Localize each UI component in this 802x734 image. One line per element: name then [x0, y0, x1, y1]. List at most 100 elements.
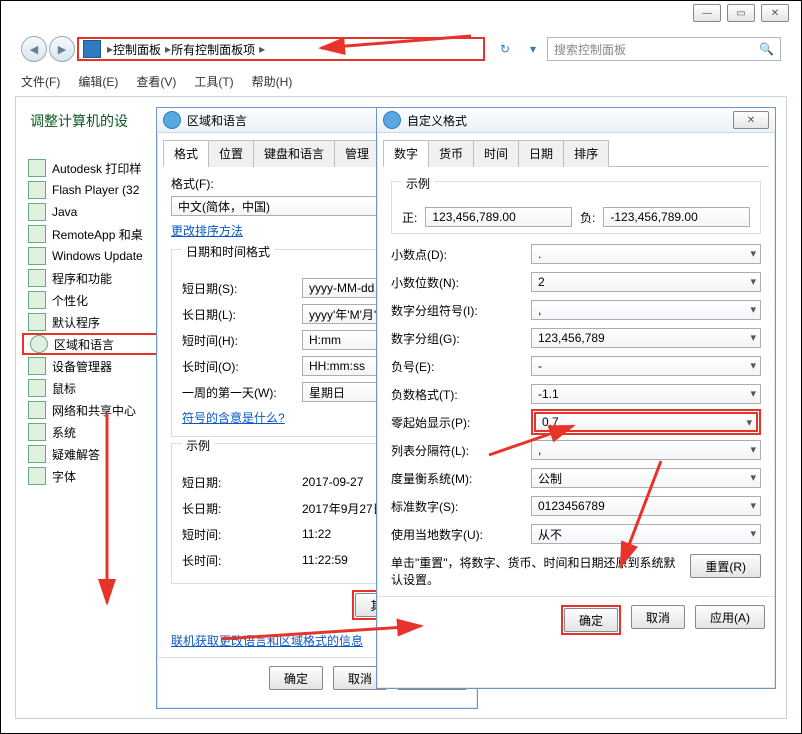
refresh-button[interactable]: ↻ [495, 39, 515, 59]
setting-combo[interactable]: 0123456789 [531, 496, 761, 516]
list-item[interactable]: Java [22, 201, 172, 223]
long-date-label: 长日期(L): [182, 306, 302, 323]
tab-keyboard[interactable]: 键盘和语言 [253, 140, 335, 167]
tab-format[interactable]: 格式 [163, 140, 209, 167]
device-manager-icon [28, 357, 46, 375]
tab-date[interactable]: 日期 [518, 140, 564, 167]
window-controls: — ▭ ✕ [693, 4, 789, 22]
cancel-button[interactable]: 取消 [631, 605, 685, 629]
list-item[interactable]: RemoteApp 和桌 [22, 223, 172, 245]
programs-icon [28, 269, 46, 287]
setting-combo[interactable]: 公制 [531, 468, 761, 488]
combo-value: - [538, 359, 542, 373]
menu-file[interactable]: 文件(F) [21, 73, 60, 90]
list-item[interactable]: 设备管理器 [22, 355, 172, 377]
setting-label: 小数点(D): [391, 246, 531, 263]
combo-value: 从不 [538, 526, 562, 543]
setting-label: 度量衡系统(M): [391, 470, 531, 487]
list-item-label: 默认程序 [52, 314, 100, 331]
explorer-navbar: ◀ ▶ ▸ 控制面板▸ 所有控制面板项▸ ↻ ▾ 搜索控制面板 🔍 [21, 35, 781, 63]
maximize-button[interactable]: ▭ [727, 4, 755, 22]
list-item[interactable]: Flash Player (32 [22, 179, 172, 201]
tab-number[interactable]: 数字 [383, 140, 429, 167]
ex-long-date-label: 长日期: [182, 500, 302, 517]
list-item[interactable]: 程序和功能 [22, 267, 172, 289]
setting-combo[interactable]: 123,456,789 [531, 328, 761, 348]
short-date-label: 短日期(S): [182, 280, 302, 297]
number-setting-row: 负号(E):- [391, 352, 761, 380]
list-item-label: 疑难解答 [52, 446, 100, 463]
setting-label: 列表分隔符(L): [391, 442, 531, 459]
ok-button[interactable]: 确定 [269, 666, 323, 690]
setting-combo[interactable]: 2 [531, 272, 761, 292]
tab-sort[interactable]: 排序 [563, 140, 609, 167]
setting-label: 使用当地数字(U): [391, 526, 531, 543]
setting-combo[interactable]: 0.7 [534, 412, 758, 432]
list-item[interactable]: Windows Update [22, 245, 172, 267]
dialog-close-button[interactable]: ✕ [733, 111, 769, 129]
list-item-region-language[interactable]: 区域和语言 [22, 333, 172, 355]
setting-combo[interactable]: , [531, 300, 761, 320]
symbols-meaning-link[interactable]: 符号的含意是什么? [182, 411, 285, 425]
reset-button[interactable]: 重置(R) [690, 554, 761, 578]
globe-icon [30, 335, 48, 353]
tab-admin[interactable]: 管理 [334, 140, 380, 167]
close-button[interactable]: ✕ [761, 4, 789, 22]
setting-label: 数字分组符号(I): [391, 302, 531, 319]
history-dropdown[interactable]: ▾ [523, 39, 543, 59]
list-item[interactable]: 系统 [22, 421, 172, 443]
setting-label: 小数位数(N): [391, 274, 531, 291]
menu-help[interactable]: 帮助(H) [252, 73, 293, 90]
apply-button[interactable]: 应用(A) [695, 605, 765, 629]
search-icon: 🔍 [759, 42, 774, 56]
java-icon [28, 203, 46, 221]
list-item[interactable]: 字体 [22, 465, 172, 487]
change-sort-link[interactable]: 更改排序方法 [171, 224, 243, 238]
setting-combo[interactable]: . [531, 244, 761, 264]
tab-currency[interactable]: 货币 [428, 140, 474, 167]
remoteapp-icon [28, 225, 46, 243]
online-info-link[interactable]: 联机获取更改语言和区域格式的信息 [171, 634, 363, 648]
breadcrumb[interactable]: ▸ 控制面板▸ 所有控制面板项▸ [77, 37, 485, 61]
setting-combo[interactable]: -1.1 [531, 384, 761, 404]
menu-tools[interactable]: 工具(T) [194, 73, 233, 90]
setting-combo[interactable]: - [531, 356, 761, 376]
list-item-label: Flash Player (32 [52, 183, 139, 197]
tab-location[interactable]: 位置 [208, 140, 254, 167]
breadcrumb-item[interactable]: 所有控制面板项▸ [171, 41, 265, 58]
globe-icon [383, 111, 401, 129]
printer-icon [28, 159, 46, 177]
group-legend: 示例 [402, 175, 434, 192]
number-setting-row: 小数点(D):. [391, 240, 761, 268]
list-item-label: Windows Update [52, 249, 143, 263]
setting-combo[interactable]: , [531, 440, 761, 460]
number-setting-row: 零起始显示(P):0.7 [391, 408, 761, 436]
nav-forward-button[interactable]: ▶ [49, 36, 75, 62]
breadcrumb-item[interactable]: 控制面板▸ [113, 41, 171, 58]
combo-value: 公制 [538, 470, 562, 487]
list-item[interactable]: Autodesk 打印样 [22, 157, 172, 179]
search-input[interactable]: 搜索控制面板 🔍 [547, 37, 781, 61]
long-time-label: 长时间(O): [182, 358, 302, 375]
combo-value: HH:mm:ss [309, 359, 365, 373]
tab-time[interactable]: 时间 [473, 140, 519, 167]
setting-label: 负数格式(T): [391, 386, 531, 403]
cp-item-list: Autodesk 打印样 Flash Player (32 Java Remot… [22, 157, 172, 487]
minimize-button[interactable]: — [693, 4, 721, 22]
ok-button[interactable]: 确定 [564, 608, 618, 632]
custom-tabs: 数字 货币 时间 日期 排序 [383, 139, 769, 167]
list-item[interactable]: 鼠标 [22, 377, 172, 399]
setting-combo[interactable]: 从不 [531, 524, 761, 544]
list-item[interactable]: 默认程序 [22, 311, 172, 333]
menu-view[interactable]: 查看(V) [136, 73, 176, 90]
menu-edit[interactable]: 编辑(E) [78, 73, 118, 90]
negative-label: 负: [580, 209, 595, 226]
list-item[interactable]: 网络和共享中心 [22, 399, 172, 421]
content-pane: 调整计算机的设 Autodesk 打印样 Flash Player (32 Ja… [15, 96, 787, 719]
list-item[interactable]: 疑难解答 [22, 443, 172, 465]
combo-value: yyyy-MM-dd [309, 281, 374, 295]
number-setting-row: 小数位数(N):2 [391, 268, 761, 296]
nav-back-button[interactable]: ◀ [21, 36, 47, 62]
list-item-label: 程序和功能 [52, 270, 112, 287]
list-item[interactable]: 个性化 [22, 289, 172, 311]
